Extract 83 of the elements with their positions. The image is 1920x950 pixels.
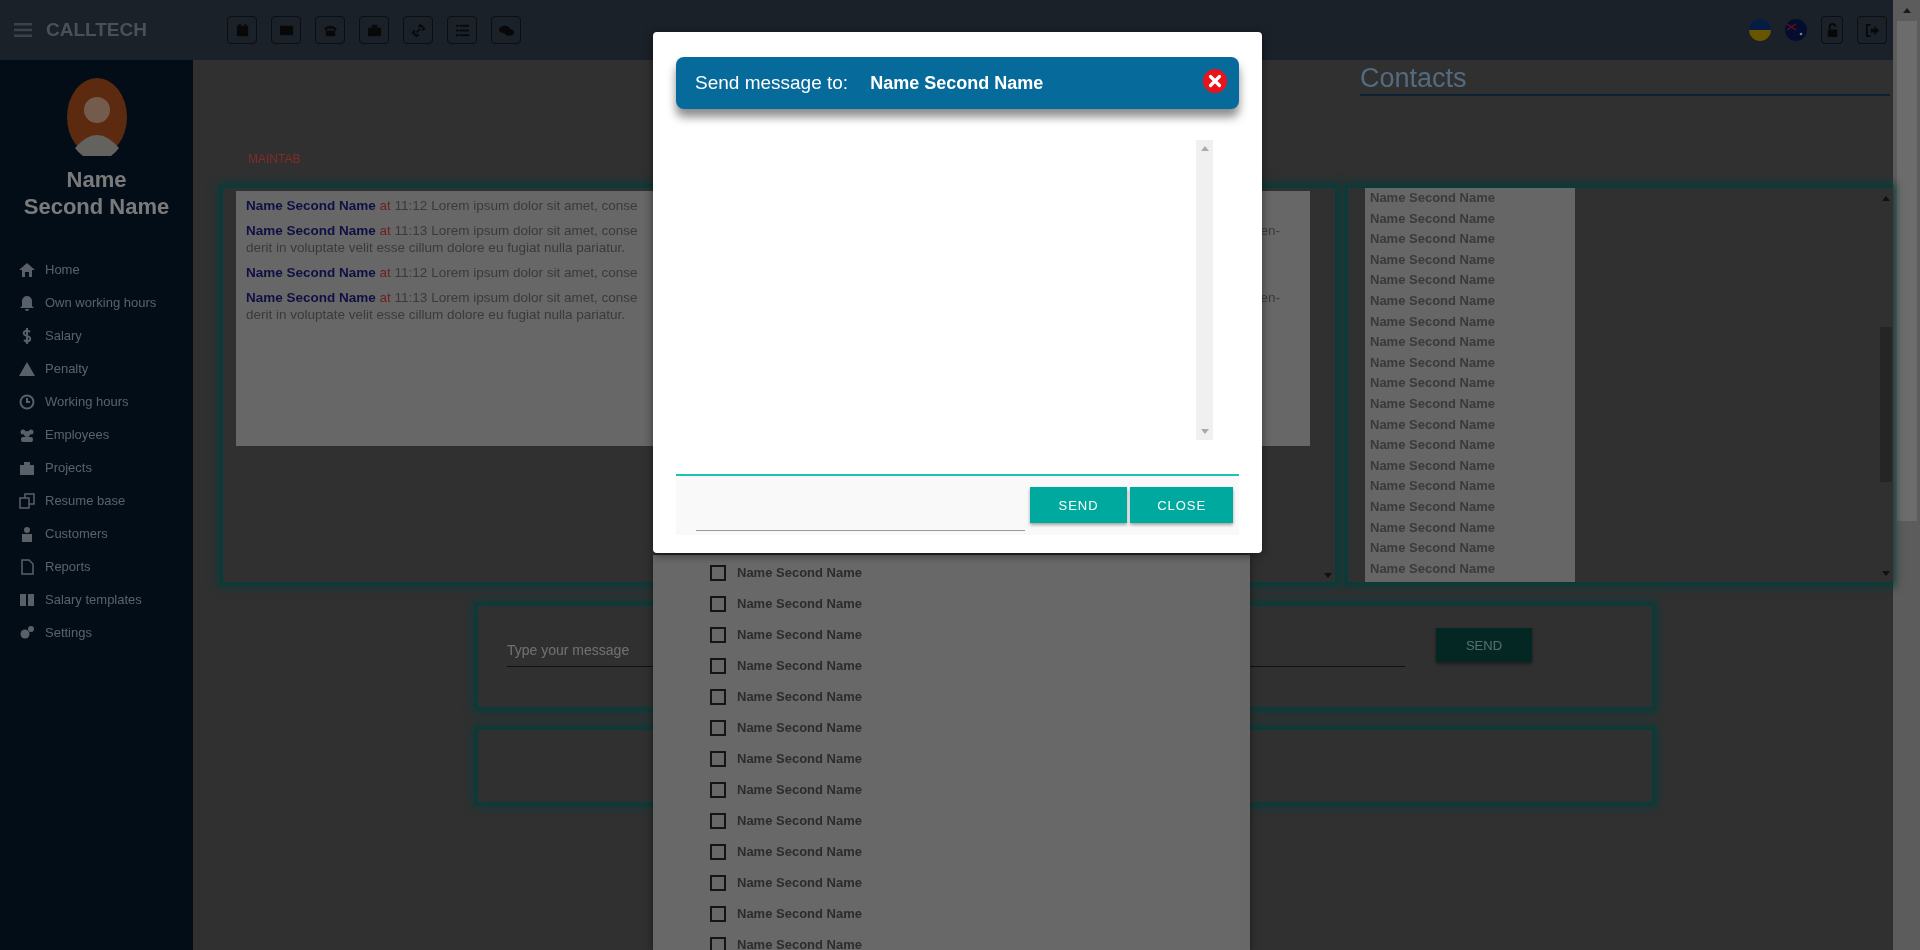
menu-item[interactable]: Penalty (0, 352, 193, 385)
menu-item[interactable]: Working hours (0, 385, 193, 418)
menu-item[interactable]: Home (0, 253, 193, 286)
link-icon (410, 22, 426, 38)
scrollbar-thumb[interactable] (1880, 327, 1892, 482)
ukraine-flag-icon[interactable] (1749, 19, 1771, 41)
list-window-button[interactable] (271, 16, 301, 44)
menu-item[interactable]: Own working hours (0, 286, 193, 319)
recipient-name: Name Second Name (737, 658, 862, 673)
briefcase-icon (19, 459, 35, 476)
logout-button[interactable] (1857, 16, 1887, 44)
recipient-name: Name Second Name (737, 875, 862, 890)
logout-icon (1864, 22, 1880, 38)
list-button[interactable] (447, 16, 477, 44)
checkbox[interactable] (710, 719, 726, 736)
scrollbar[interactable] (1196, 140, 1213, 440)
menu-item[interactable]: Reports (0, 550, 193, 583)
dialog-title: Send message to: (695, 72, 849, 94)
recipient-name: Name Second Name (870, 72, 1044, 94)
checkbox[interactable] (710, 626, 726, 643)
checkbox[interactable] (710, 905, 726, 922)
book-icon (19, 591, 35, 608)
recipient-name: Name Second Name (737, 937, 862, 950)
link-button[interactable] (403, 16, 433, 44)
scroll-down-icon[interactable] (1324, 573, 1332, 578)
scroll-down-icon[interactable] (1200, 429, 1209, 434)
briefcase-icon (366, 22, 382, 38)
user-icon (19, 525, 35, 542)
recipient-name: Name Second Name (737, 627, 862, 642)
lock-button[interactable] (1821, 16, 1843, 44)
checkbox[interactable] (710, 595, 726, 612)
checkbox[interactable] (710, 874, 726, 891)
flag-icon[interactable] (1785, 19, 1807, 41)
checkbox[interactable] (710, 750, 726, 767)
scroll-up-icon[interactable] (1882, 196, 1890, 201)
menu-item[interactable]: Resume base (0, 484, 193, 517)
recipient-name: Name Second Name (737, 813, 862, 828)
calendar-icon (234, 22, 250, 38)
phone-button[interactable] (315, 16, 345, 44)
user-name: Name Second Name (23, 166, 170, 220)
close-button[interactable]: CLOSE (1130, 487, 1233, 523)
checkbox[interactable] (710, 812, 726, 829)
close-icon[interactable] (1203, 69, 1227, 93)
list-icon (454, 22, 470, 38)
checkbox[interactable] (710, 781, 726, 798)
recipient-name: Name Second Name (737, 596, 862, 611)
menu-item[interactable]: Employees (0, 418, 193, 451)
recipient-name: Name Second Name (737, 565, 862, 580)
page-scrollbar[interactable] (1893, 0, 1920, 950)
checkbox[interactable] (710, 564, 726, 581)
menu-item[interactable]: Salary templates (0, 583, 193, 616)
document-icon (19, 558, 35, 575)
clock-icon (19, 393, 35, 410)
checkbox[interactable] (710, 657, 726, 674)
menu-item[interactable]: Salary (0, 319, 193, 352)
scroll-up-icon[interactable] (1902, 8, 1911, 13)
tab[interactable]: MAINTAB (248, 152, 301, 166)
checkbox[interactable] (710, 936, 726, 950)
menu-item[interactable]: Customers (0, 517, 193, 550)
calendar-button[interactable] (227, 16, 257, 44)
menu-item[interactable]: Projects (0, 451, 193, 484)
bell-icon (19, 294, 35, 311)
recipient-name: Name Second Name (737, 720, 862, 735)
menu-item[interactable]: Settings (0, 616, 193, 649)
recipient-name: Name Second Name (737, 689, 862, 704)
scrollbar-thumb[interactable] (1896, 21, 1917, 521)
home-icon (19, 261, 35, 278)
menu-icon[interactable] (14, 23, 32, 37)
checkbox[interactable] (710, 843, 726, 860)
recipient-name: Name Second Name (737, 782, 862, 797)
chat-button[interactable] (491, 16, 521, 44)
briefcase-button[interactable] (359, 16, 389, 44)
copy-icon (19, 492, 35, 509)
checkbox[interactable] (710, 688, 726, 705)
scroll-down-icon[interactable] (1882, 571, 1890, 576)
recipient-name: Name Second Name (737, 751, 862, 766)
recipient-name: Name Second Name (737, 844, 862, 859)
scroll-up-icon[interactable] (1200, 146, 1209, 151)
contacts-heading: Contacts (1360, 62, 1890, 96)
send-button[interactable]: SEND (1029, 487, 1128, 523)
recipient-name: Name Second Name (737, 906, 862, 921)
send-button[interactable]: SEND (1436, 628, 1532, 662)
warning-icon (19, 360, 35, 377)
